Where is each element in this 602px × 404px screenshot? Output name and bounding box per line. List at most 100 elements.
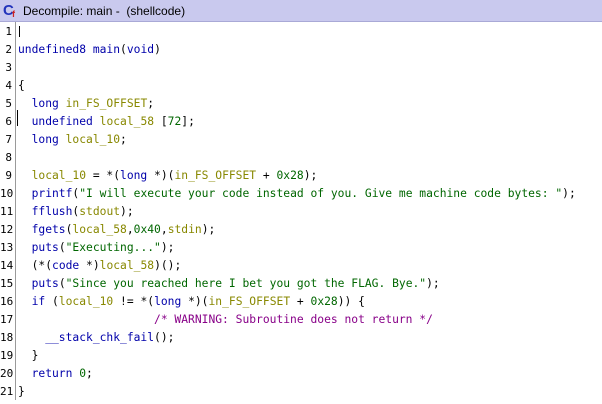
code-token[interactable] [86, 43, 93, 56]
code-token[interactable]: stdin [168, 223, 202, 236]
decompiler-code-view[interactable]: 1 2 undefined8 main(void) 3 4{5 long in_FS_O… [0, 22, 602, 404]
code-token[interactable]: printf [18, 187, 73, 200]
code-token[interactable]: ); [426, 277, 440, 290]
code-token[interactable]: "I will execute your code instead of you… [79, 187, 562, 200]
code-token[interactable]: /* WARNING: Subroutine does not return *… [154, 313, 433, 326]
code-token[interactable]: (*( [18, 259, 52, 272]
code-token[interactable]: void [127, 43, 154, 56]
code-token[interactable]: != *( [113, 295, 154, 308]
code-token[interactable]: + [256, 169, 276, 182]
code-line[interactable]: 14 (*(code *)local_58)(); [0, 256, 602, 274]
code-token[interactable]: local_58 [100, 115, 154, 128]
code-text[interactable]: fflush(stdout); [18, 205, 134, 218]
code-text[interactable]: long local_10; [18, 133, 127, 146]
code-token[interactable]: *)( [181, 295, 208, 308]
code-line[interactable]: 19 } [0, 346, 602, 364]
code-token[interactable]: "Executing..." [66, 241, 161, 254]
code-line[interactable]: 8 [0, 148, 602, 166]
code-token[interactable]: , [127, 223, 134, 236]
code-token[interactable]: + [290, 295, 310, 308]
code-text[interactable]: undefined local_58 [72]; [18, 115, 195, 128]
code-text[interactable]: return 0; [18, 367, 93, 380]
code-line[interactable]: 13 puts("Executing..."); [0, 238, 602, 256]
code-token[interactable]: ); [304, 169, 318, 182]
code-token[interactable]: in_FS_OFFSET [174, 169, 256, 182]
code-token[interactable]: ); [120, 205, 134, 218]
code-text[interactable]: local_10 = *(long *)(in_FS_OFFSET + 0x28… [18, 169, 318, 182]
code-line[interactable]: 2 undefined8 main(void) [0, 40, 602, 58]
code-line[interactable]: 4{ [0, 76, 602, 94]
code-token[interactable]: ( [45, 295, 59, 308]
code-token[interactable]: code [52, 259, 79, 272]
code-token[interactable]: *)( [147, 169, 174, 182]
code-token[interactable]: return [18, 367, 73, 380]
code-line[interactable]: 11 fflush(stdout); [0, 202, 602, 220]
code-token[interactable]: in_FS_OFFSET [209, 295, 291, 308]
code-token[interactable]: } [18, 349, 39, 362]
code-token[interactable]: ( [120, 43, 127, 56]
code-text[interactable]: undefined8 main(void) [18, 43, 161, 56]
window-titlebar[interactable]: Cf Decompile: main - (shellcode) [0, 0, 602, 22]
code-text[interactable]: puts("Since you reached here I bet you g… [18, 277, 440, 290]
code-token[interactable]: local_58 [100, 259, 154, 272]
code-token[interactable]: ]; [181, 115, 195, 128]
code-line[interactable]: 15 puts("Since you reached here I bet yo… [0, 274, 602, 292]
code-text[interactable]: if (local_10 != *(long *)(in_FS_OFFSET +… [18, 295, 365, 308]
code-token[interactable]: 72 [168, 115, 182, 128]
code-token[interactable]: fflush [18, 205, 73, 218]
code-token[interactable]: ); [161, 241, 175, 254]
code-text[interactable]: puts("Executing..."); [18, 241, 175, 254]
code-token[interactable]: ); [562, 187, 576, 200]
code-token[interactable]: undefined8 [18, 43, 86, 56]
code-token[interactable]: )(); [154, 259, 181, 272]
code-token[interactable]: (); [154, 331, 174, 344]
code-line[interactable]: 1 [0, 22, 602, 40]
code-text[interactable]: fgets(local_58,0x40,stdin); [18, 223, 216, 236]
code-token[interactable]: 0x28 [311, 295, 338, 308]
code-token[interactable]: ; [86, 367, 93, 380]
code-token[interactable]: ); [202, 223, 216, 236]
code-token[interactable] [93, 115, 100, 128]
code-line[interactable]: 18 __stack_chk_fail(); [0, 328, 602, 346]
code-token[interactable]: local_10 [66, 133, 120, 146]
code-token[interactable]: ; [120, 133, 127, 146]
code-line[interactable]: 20 return 0; [0, 364, 602, 382]
code-token[interactable]: fgets [18, 223, 66, 236]
code-text[interactable]: __stack_chk_fail(); [18, 331, 174, 344]
code-line[interactable]: 5 long in_FS_OFFSET; [0, 94, 602, 112]
code-token[interactable]: } [18, 385, 25, 398]
code-token[interactable]: = *( [86, 169, 120, 182]
code-token[interactable]: in_FS_OFFSET [66, 97, 148, 110]
code-text[interactable]: long in_FS_OFFSET; [18, 97, 154, 110]
code-text[interactable]: (*(code *)local_58)(); [18, 259, 182, 272]
code-token[interactable]: local_58 [72, 223, 126, 236]
code-area[interactable]: 1 2 undefined8 main(void) 3 4{5 long in_FS_O… [0, 22, 602, 404]
code-token[interactable]: __stack_chk_fail [18, 331, 154, 344]
code-token[interactable]: undefined [18, 115, 93, 128]
code-token[interactable] [59, 97, 66, 110]
code-token[interactable]: 0x40 [134, 223, 161, 236]
code-text[interactable]: } [18, 385, 25, 398]
code-token[interactable]: 0x28 [277, 169, 304, 182]
code-line[interactable]: 7 long local_10; [0, 130, 602, 148]
code-line[interactable]: 17 /* WARNING: Subroutine does not retur… [0, 310, 602, 328]
code-token[interactable]: , [161, 223, 168, 236]
code-text[interactable]: /* WARNING: Subroutine does not return *… [18, 313, 433, 326]
code-token[interactable]: long [18, 97, 59, 110]
code-line[interactable]: 21} [0, 382, 602, 400]
code-token[interactable]: "Since you reached here I bet you got th… [66, 277, 426, 290]
code-token[interactable]: local_10 [18, 169, 86, 182]
code-token[interactable]: long [18, 133, 59, 146]
code-line[interactable]: 10 printf("I will execute your code inst… [0, 184, 602, 202]
code-token[interactable]: ( [59, 241, 66, 254]
code-text[interactable]: printf("I will execute your code instead… [18, 187, 576, 200]
code-line[interactable]: 16 if (local_10 != *(long *)(in_FS_OFFSE… [0, 292, 602, 310]
code-token[interactable]: local_10 [59, 295, 113, 308]
code-token[interactable]: ( [59, 277, 66, 290]
code-token[interactable]: { [18, 79, 25, 92]
code-token[interactable] [59, 133, 66, 146]
code-token[interactable]: )) { [338, 295, 365, 308]
code-text[interactable]: } [18, 349, 39, 362]
code-token[interactable]: main [93, 43, 120, 56]
code-token[interactable] [18, 313, 154, 326]
